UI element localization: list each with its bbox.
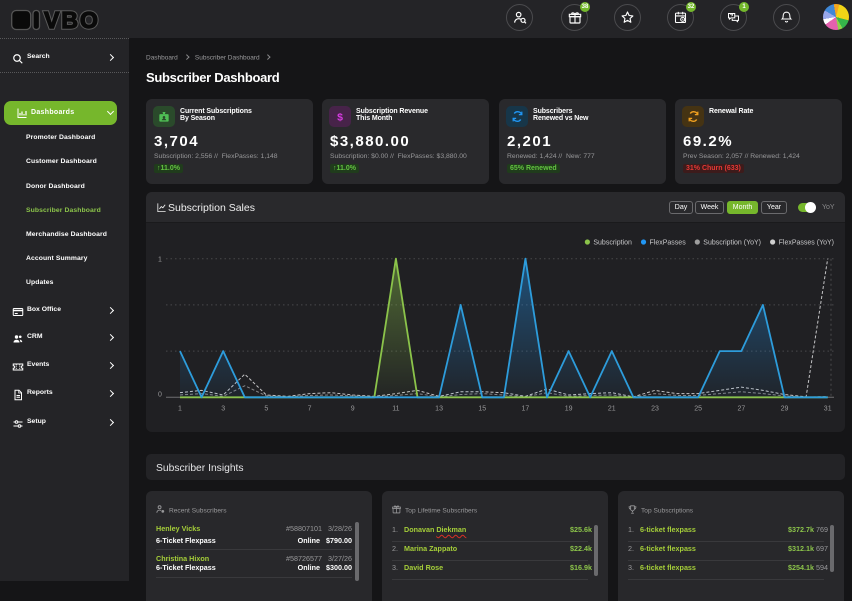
svg-text:1: 1 [178, 405, 182, 412]
svg-text:23: 23 [651, 405, 659, 412]
svg-text:29: 29 [781, 405, 789, 412]
svg-text:Subscription (YoY): Subscription (YoY) [703, 240, 761, 247]
svg-text:21: 21 [608, 405, 616, 412]
svg-text:7: 7 [308, 405, 312, 412]
svg-text:31: 31 [824, 405, 832, 412]
svg-text:25: 25 [694, 405, 702, 412]
svg-text:5: 5 [264, 405, 268, 412]
svg-text:17: 17 [522, 405, 530, 412]
svg-text:FlexPasses: FlexPasses [650, 240, 687, 247]
svg-text:VBO: VBO [44, 9, 100, 31]
svg-text:FlexPasses (YoY): FlexPasses (YoY) [779, 240, 834, 247]
svg-text:15: 15 [478, 405, 486, 412]
svg-text:$: $ [337, 111, 343, 123]
svg-text:11: 11 [392, 405, 399, 412]
svg-text:9: 9 [351, 405, 355, 412]
svg-text:19: 19 [565, 405, 573, 412]
svg-text:13: 13 [435, 405, 443, 412]
svg-text:27: 27 [737, 405, 745, 412]
svg-text:3: 3 [221, 405, 225, 412]
svg-text:1: 1 [158, 257, 162, 264]
svg-text:0: 0 [158, 391, 162, 398]
svg-text:Subscription: Subscription [593, 240, 632, 247]
